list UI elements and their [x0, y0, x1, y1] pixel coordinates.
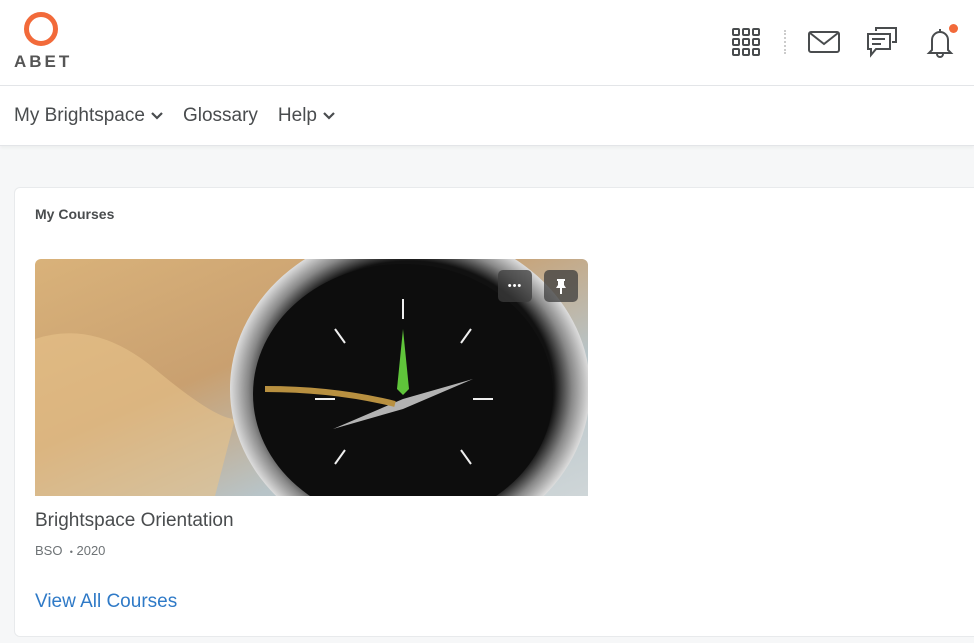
header: ABET — [0, 0, 974, 86]
course-name[interactable]: Brightspace Orientation — [35, 510, 234, 532]
my-courses-widget: My Courses ••• Brightspace Orientation B… — [14, 187, 974, 637]
abet-logo[interactable]: ABET — [14, 10, 74, 72]
course-meta: BSO • 2020 — [35, 543, 105, 558]
apps-grid-icon[interactable] — [726, 22, 766, 62]
notification-dot — [949, 24, 958, 33]
chat-icon[interactable] — [862, 22, 902, 62]
pin-icon — [556, 279, 566, 294]
divider — [784, 30, 786, 54]
course-code: BSO — [35, 543, 63, 558]
bell-icon[interactable] — [920, 22, 960, 62]
view-all-courses-link[interactable]: View All Courses — [35, 591, 177, 613]
nav-my-brightspace[interactable]: My Brightspace — [14, 105, 163, 127]
logo-ring-icon — [24, 12, 58, 46]
widget-title: My Courses — [35, 206, 115, 222]
nav-label: Glossary — [182, 104, 258, 126]
pin-button[interactable] — [544, 270, 578, 302]
nav-glossary[interactable]: Glossary — [183, 105, 258, 127]
mail-icon[interactable] — [804, 22, 844, 62]
chevron-down-icon — [151, 111, 163, 120]
nav-help[interactable]: Help — [278, 105, 335, 127]
navbar: My Brightspace Glossary Help — [0, 86, 974, 146]
more-options-button[interactable]: ••• — [498, 270, 532, 302]
ellipsis-icon: ••• — [507, 280, 523, 292]
nav-label: My Brightspace — [14, 104, 145, 126]
course-image[interactable]: ••• — [35, 259, 588, 496]
course-year: 2020 — [76, 543, 106, 558]
separator: • — [69, 547, 73, 557]
nav-label: Help — [277, 104, 317, 126]
chevron-down-icon — [323, 111, 335, 120]
logo-text: ABET — [14, 52, 73, 71]
